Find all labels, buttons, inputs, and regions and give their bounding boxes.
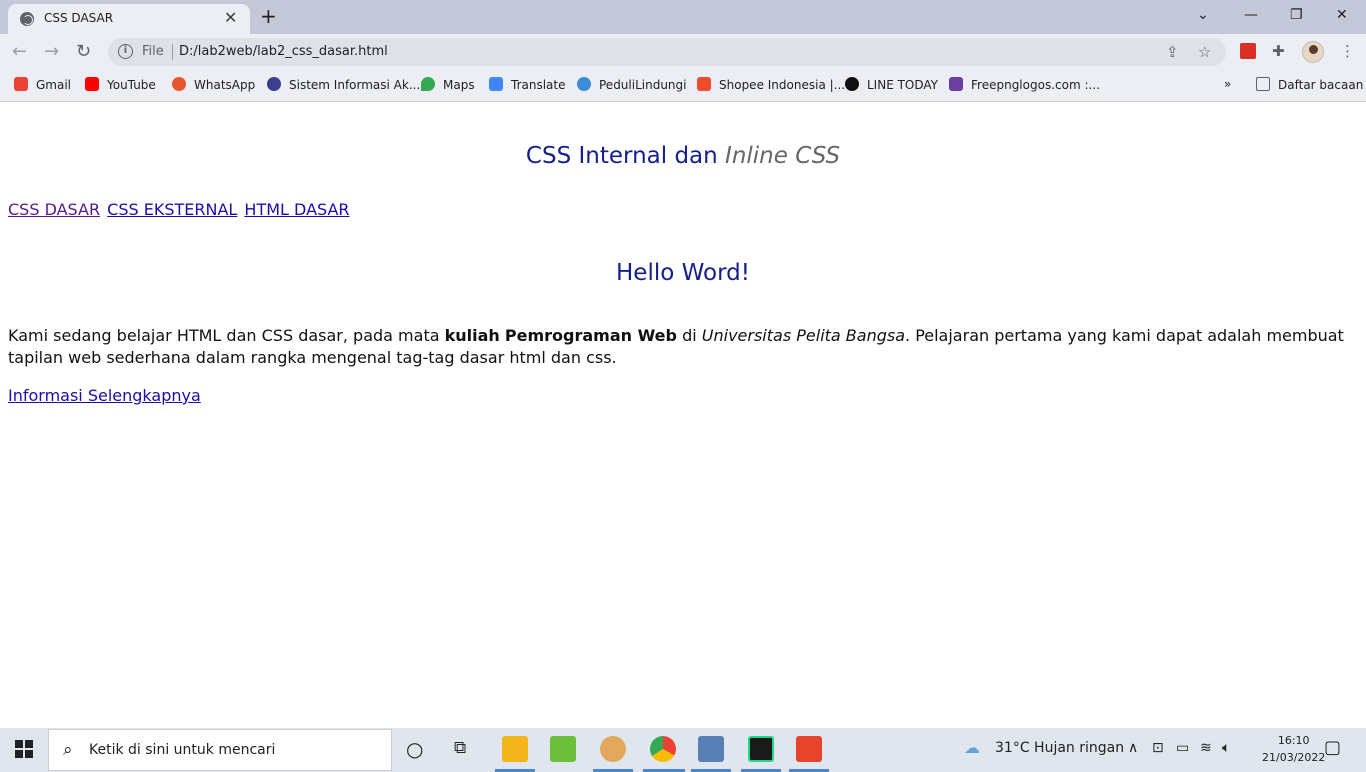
- pedulilindungi-icon: [577, 77, 591, 91]
- battery-icon[interactable]: ▭: [1176, 740, 1189, 756]
- page-title: CSS Internal dan Inline CSS: [0, 143, 1366, 169]
- close-window-button[interactable]: ✕: [1336, 4, 1348, 26]
- bookmark-gmail[interactable]: Gmail: [14, 77, 71, 95]
- intro-paragraph: Kami sedang belajar HTML dan CSS dasar, …: [8, 325, 1348, 369]
- reload-button[interactable]: ↻: [76, 40, 91, 64]
- browser-toolbar: ← → ↻ i File D:/lab2web/lab2_css_dasar.h…: [0, 34, 1366, 70]
- gmail-icon: [14, 77, 28, 91]
- new-tab-button[interactable]: +: [260, 4, 277, 28]
- clock-date: 21/03/2022: [1262, 751, 1326, 764]
- title-plain-text: CSS Internal dan: [525, 143, 718, 169]
- url-text[interactable]: D:/lab2web/lab2_css_dasar.html: [179, 44, 388, 59]
- more-info-link[interactable]: Informasi Selengkapnya: [8, 386, 201, 405]
- task-view-icon[interactable]: ⧉: [454, 738, 466, 758]
- minimize-button[interactable]: —: [1244, 4, 1258, 26]
- para-bold-kuliah: kuliah: [444, 326, 500, 345]
- chevron-up-icon[interactable]: ∧: [1128, 740, 1138, 756]
- windows-start-icon[interactable]: [15, 740, 33, 758]
- freepnglogos-icon: [949, 77, 963, 91]
- tab-strip: CSS DASAR ✕ + ⌄ — ❐ ✕: [0, 0, 1366, 34]
- menu-kebab-icon[interactable]: ⋮: [1340, 42, 1355, 60]
- wifi-icon[interactable]: ≋: [1200, 740, 1212, 756]
- youtube-icon: [85, 77, 99, 91]
- extension-mendeley-icon[interactable]: [1240, 43, 1256, 59]
- extensions-puzzle-icon[interactable]: ✚: [1272, 42, 1285, 60]
- pycharm-icon[interactable]: [748, 736, 774, 762]
- translate-icon: [489, 77, 503, 91]
- tab-search-icon[interactable]: ⌄: [1197, 4, 1209, 26]
- sublime-icon[interactable]: [550, 736, 576, 762]
- para-text-1: Kami sedang belajar HTML dan CSS dasar, …: [8, 326, 440, 345]
- volume-icon[interactable]: 🔈︎: [1222, 740, 1230, 756]
- cortana-icon[interactable]: ○: [406, 737, 423, 761]
- reading-list-icon: [1256, 77, 1270, 91]
- more-bookmarks-chevron-icon[interactable]: »: [1224, 77, 1231, 95]
- restore-button[interactable]: ❐: [1290, 4, 1303, 26]
- tab-css-dasar[interactable]: CSS DASAR ✕: [8, 4, 250, 34]
- link-css-dasar[interactable]: CSS DASAR: [8, 200, 100, 219]
- windows-taskbar: ⌕ Ketik di sini untuk mencari ○ ⧉ ☁ 31°C…: [0, 728, 1366, 772]
- para-bold-course: Pemrograman Web: [504, 326, 677, 345]
- hello-heading: Hello Word!: [616, 260, 750, 286]
- chrome-icon[interactable]: [650, 736, 676, 762]
- bookmark-shopee[interactable]: Shopee Indonesia |...: [697, 77, 845, 95]
- taskbar-search-box[interactable]: ⌕ Ketik di sini untuk mencari: [48, 729, 392, 771]
- university-icon: [267, 77, 281, 91]
- control-panel-icon[interactable]: [698, 736, 724, 762]
- link-css-eksternal[interactable]: CSS EKSTERNAL: [107, 200, 237, 219]
- profile-avatar[interactable]: [1302, 41, 1324, 63]
- bookmark-sistem-informasi[interactable]: Sistem Informasi Ak...: [267, 77, 420, 95]
- bookmark-whatsapp[interactable]: WhatsApp: [172, 77, 255, 95]
- office-icon[interactable]: [796, 736, 822, 762]
- forward-button[interactable]: →: [44, 40, 59, 64]
- notification-icon[interactable]: ▢: [1324, 737, 1341, 758]
- title-italic-text: Inline CSS: [725, 143, 841, 169]
- search-placeholder: Ketik di sini untuk mencari: [89, 742, 276, 758]
- bookmarks-bar: Gmail YouTube WhatsApp Sistem Informasi …: [0, 70, 1366, 102]
- shopee-bag-icon: [697, 77, 711, 91]
- bookmark-youtube[interactable]: YouTube: [85, 77, 156, 95]
- search-icon: ⌕: [63, 740, 73, 760]
- info-icon[interactable]: i: [118, 44, 133, 59]
- back-button[interactable]: ←: [12, 40, 27, 64]
- file-explorer-icon[interactable]: [502, 736, 528, 762]
- weather-text[interactable]: 31°C Hujan ringan: [995, 740, 1124, 756]
- para-italic-university: Universitas Pelita Bangsa: [701, 326, 906, 345]
- page-content: CSS Internal dan Inline CSS CSS DASAR CS…: [0, 103, 1366, 728]
- whatsapp-icon: [172, 77, 186, 91]
- share-icon[interactable]: ⇪: [1166, 43, 1179, 61]
- maps-pin-icon: [421, 77, 435, 91]
- address-bar[interactable]: i File D:/lab2web/lab2_css_dasar.html ⇪ …: [108, 38, 1226, 66]
- bookmark-freepnglogos[interactable]: Freepnglogos.com :...: [949, 77, 1100, 95]
- url-scheme: File: [142, 44, 164, 59]
- bookmark-maps[interactable]: Maps: [421, 77, 475, 95]
- bookmark-pedulilindungi[interactable]: PeduliLindungi: [577, 77, 687, 95]
- reading-list-button[interactable]: Daftar bacaan: [1256, 77, 1363, 95]
- nav-links: CSS DASAR CSS EKSTERNAL HTML DASAR: [8, 200, 352, 219]
- bookmark-line-today[interactable]: LINE TODAY: [845, 77, 938, 95]
- weather-cloud-icon[interactable]: ☁: [964, 738, 980, 757]
- close-tab-icon[interactable]: ✕: [224, 8, 237, 28]
- divider: [172, 44, 173, 60]
- taskbar-clock[interactable]: 16:10 21/03/2022: [1262, 732, 1325, 766]
- star-icon[interactable]: ☆: [1198, 43, 1211, 61]
- tab-title: CSS DASAR: [44, 11, 114, 25]
- line-today-icon: [845, 77, 859, 91]
- link-html-dasar[interactable]: HTML DASAR: [244, 200, 349, 219]
- paint-icon[interactable]: [600, 736, 626, 762]
- clock-time: 16:10: [1277, 734, 1310, 747]
- meet-icon[interactable]: ⊡: [1152, 740, 1164, 756]
- para-text-2: di: [682, 326, 697, 345]
- bookmark-translate[interactable]: Translate: [489, 77, 566, 95]
- globe-icon: [20, 12, 34, 26]
